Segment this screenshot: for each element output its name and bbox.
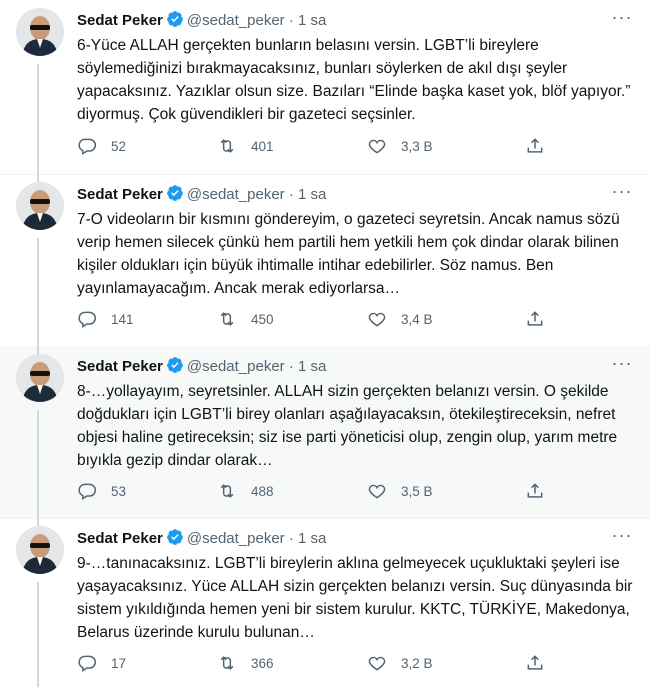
reply-button[interactable]: 17 <box>77 652 126 674</box>
author-name[interactable]: Sedat Peker <box>77 530 163 547</box>
share-icon <box>527 138 543 153</box>
tweet-text: 7-O videoların bir kısmını göndereyim, o… <box>77 211 620 297</box>
timestamp[interactable]: 1 sa <box>298 186 326 203</box>
share-button[interactable] <box>525 135 545 157</box>
reply-icon <box>78 138 97 155</box>
reply-button[interactable]: 141 <box>77 308 134 330</box>
avatar[interactable] <box>16 182 64 230</box>
retweet-icon <box>220 656 234 670</box>
share-icon <box>527 483 543 498</box>
retweet-icon <box>220 484 234 498</box>
author-name[interactable]: Sedat Peker <box>77 358 163 375</box>
avatar[interactable] <box>16 8 64 56</box>
more-options-icon[interactable]: ··· <box>610 182 634 204</box>
thread-line <box>37 64 39 174</box>
separator-dot: · <box>288 530 294 547</box>
reply-count: 17 <box>111 655 127 671</box>
reply-button[interactable]: 52 <box>77 135 126 157</box>
share-button[interactable] <box>525 480 545 502</box>
thread-line <box>37 174 39 182</box>
verified-badge-icon <box>166 10 184 34</box>
heart-icon <box>368 484 386 499</box>
retweet-button[interactable]: 488 <box>217 480 274 502</box>
tweet-header: Sedat Peker @sedat_peker · 1 sa <box>77 528 326 548</box>
tweet-text: 6-Yüce ALLAH gerçekten bunların belasını… <box>77 37 631 123</box>
verified-badge-icon <box>166 356 184 380</box>
reply-button[interactable]: 53 <box>77 480 126 502</box>
timestamp[interactable]: 1 sa <box>298 530 326 547</box>
separator-dot: · <box>288 12 294 29</box>
retweet-count: 401 <box>251 138 274 154</box>
retweet-icon <box>220 312 234 326</box>
timestamp[interactable]: 1 sa <box>298 358 326 375</box>
author-handle[interactable]: @sedat_peker <box>187 358 285 375</box>
retweet-button[interactable]: 366 <box>217 652 274 674</box>
thread-line <box>37 518 39 526</box>
share-icon <box>527 655 543 670</box>
like-button[interactable]: 3,3 B <box>367 135 433 157</box>
more-options-icon[interactable]: ··· <box>610 8 634 30</box>
verified-badge-icon <box>166 184 184 208</box>
reply-icon <box>78 655 97 672</box>
tweet[interactable]: Sedat Peker @sedat_peker · 1 sa ··· 7-O v… <box>0 174 650 347</box>
reply-count: 141 <box>111 311 134 327</box>
retweet-count: 366 <box>251 655 274 671</box>
tweet[interactable]: Sedat Peker @sedat_peker · 1 sa ··· 9-…ta… <box>0 518 650 687</box>
retweet-button[interactable]: 450 <box>217 308 274 330</box>
tweet-header: Sedat Peker @sedat_peker · 1 sa <box>77 10 326 30</box>
tweet-actions: 52 401 3,3 B <box>77 135 557 157</box>
thread-line <box>37 346 39 354</box>
reply-count: 52 <box>111 138 127 154</box>
author-name[interactable]: Sedat Peker <box>77 12 163 29</box>
avatar[interactable] <box>16 354 64 402</box>
separator-dot: · <box>288 186 294 203</box>
retweet-button[interactable]: 401 <box>217 135 274 157</box>
heart-icon <box>368 312 386 327</box>
more-options-icon[interactable]: ··· <box>610 354 634 376</box>
tweet-header: Sedat Peker @sedat_peker · 1 sa <box>77 356 326 376</box>
tweet-actions: 141 450 3,4 B <box>77 308 557 330</box>
heart-icon <box>368 139 386 154</box>
thread-line <box>37 238 39 346</box>
like-button[interactable]: 3,5 B <box>367 480 433 502</box>
retweet-icon <box>220 139 234 153</box>
timestamp[interactable]: 1 sa <box>298 12 326 29</box>
separator-dot: · <box>288 358 294 375</box>
thread-line <box>37 582 39 687</box>
author-name[interactable]: Sedat Peker <box>77 186 163 203</box>
like-button[interactable]: 3,4 B <box>367 308 433 330</box>
thread-line <box>37 410 39 518</box>
tweet-actions: 53 488 3,5 B <box>77 480 557 502</box>
share-button[interactable] <box>525 652 545 674</box>
verified-badge-icon <box>166 528 184 552</box>
like-button[interactable]: 3,2 B <box>367 652 433 674</box>
retweet-count: 488 <box>251 483 274 499</box>
like-count: 3,4 B <box>401 311 433 327</box>
tweet[interactable]: Sedat Peker @sedat_peker · 1 sa ··· 8-…yo… <box>0 346 650 519</box>
retweet-count: 450 <box>251 311 274 327</box>
reply-icon <box>78 483 97 500</box>
tweet-text: 8-…yollayayım, seyretsinler. ALLAH sizin… <box>77 383 618 469</box>
reply-icon <box>78 311 97 328</box>
heart-icon <box>368 656 386 671</box>
like-count: 3,2 B <box>401 655 433 671</box>
tweet-text: 9-…tanınacaksınız. LGBT’li bireylerin ak… <box>77 555 633 641</box>
tweet-header: Sedat Peker @sedat_peker · 1 sa <box>77 184 326 204</box>
avatar[interactable] <box>16 526 64 574</box>
share-icon <box>527 311 543 326</box>
reply-count: 53 <box>111 483 127 499</box>
more-options-icon[interactable]: ··· <box>610 526 634 548</box>
tweet-actions: 17 366 3,2 B <box>77 652 557 674</box>
like-count: 3,5 B <box>401 483 433 499</box>
author-handle[interactable]: @sedat_peker <box>187 530 285 547</box>
author-handle[interactable]: @sedat_peker <box>187 12 285 29</box>
like-count: 3,3 B <box>401 138 433 154</box>
share-button[interactable] <box>525 308 545 330</box>
author-handle[interactable]: @sedat_peker <box>187 186 285 203</box>
tweet[interactable]: Sedat Peker @sedat_peker · 1 sa ··· 6-Yüc… <box>0 0 650 175</box>
